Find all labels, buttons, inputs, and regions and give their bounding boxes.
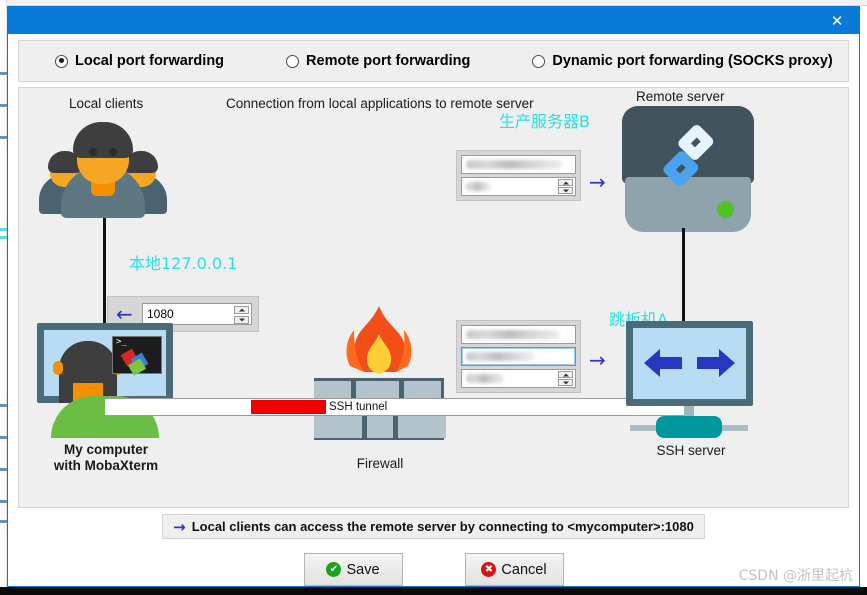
save-button-label: Save bbox=[346, 561, 380, 578]
radio-indicator-icon bbox=[532, 54, 546, 68]
dialog-buttons: ✔ Save ✖ Cancel bbox=[18, 539, 849, 586]
local-clients-label: Local clients bbox=[69, 96, 144, 111]
ssh-server-foot bbox=[656, 416, 722, 438]
annotation-production-server-b: 生产服务器B bbox=[499, 112, 590, 131]
local-clients-icon bbox=[39, 118, 169, 223]
background-left-marks bbox=[0, 0, 7, 595]
my-computer-label-line2: with MobaXterm bbox=[53, 458, 159, 473]
my-computer-label-line1: My computer bbox=[63, 442, 148, 457]
dialog-titlebar: ✕ bbox=[8, 7, 859, 34]
radio-dynamic-port-forwarding[interactable]: Dynamic port forwarding (SOCKS proxy) bbox=[532, 53, 833, 69]
firewall-label: Firewall bbox=[356, 456, 404, 471]
arrow-left-icon: ← bbox=[116, 302, 133, 326]
redacted-value bbox=[466, 182, 490, 191]
remote-server-icon bbox=[622, 106, 754, 232]
flame-icon bbox=[334, 306, 424, 384]
remote-port-input[interactable] bbox=[461, 177, 576, 196]
forwarding-diagram: Local clients Connection from local appl… bbox=[18, 87, 849, 508]
bidirectional-arrows-icon bbox=[644, 349, 735, 377]
redacted-value bbox=[466, 160, 562, 169]
radio-local-port-forwarding[interactable]: Local port forwarding bbox=[55, 53, 224, 69]
local-port-input[interactable]: 1080 bbox=[142, 303, 252, 325]
ssh-tunnel-red-segment bbox=[251, 400, 326, 414]
cancel-button-label: Cancel bbox=[501, 561, 547, 578]
arrow-right-icon: → bbox=[589, 348, 606, 372]
background-window-left-sliver bbox=[0, 0, 7, 595]
link-chain-icon bbox=[654, 119, 723, 192]
ssh-tunnel-label: SSH tunnel bbox=[329, 401, 388, 413]
screenshot-root: ✕ Local port forwarding Remote port forw… bbox=[0, 0, 867, 595]
local-port-value: 1080 bbox=[147, 307, 174, 321]
ssh-server-icon bbox=[626, 321, 753, 406]
port-forwarding-dialog: ✕ Local port forwarding Remote port forw… bbox=[7, 6, 860, 587]
radio-indicator-icon bbox=[286, 54, 300, 68]
my-computer-icon: >_ bbox=[37, 323, 173, 403]
ssh-port-stepper[interactable] bbox=[558, 371, 573, 386]
ssh-gateway-field-group bbox=[456, 320, 581, 393]
radio-label-dynamic: Dynamic port forwarding (SOCKS proxy) bbox=[552, 53, 833, 69]
ssh-user-input[interactable] bbox=[461, 347, 576, 366]
cancel-button[interactable]: ✖ Cancel bbox=[464, 553, 564, 586]
ssh-port-input[interactable] bbox=[461, 369, 576, 388]
redacted-value bbox=[466, 374, 505, 383]
status-hint-text: Local clients can access the remote serv… bbox=[191, 519, 694, 534]
check-circle-icon: ✔ bbox=[326, 562, 342, 577]
local-port-stepper[interactable] bbox=[234, 306, 249, 324]
remote-host-input[interactable] bbox=[461, 155, 576, 174]
status-hint: → Local clients can access the remote se… bbox=[162, 514, 705, 539]
annotation-local-loopback: 本地127.0.0.1 bbox=[129, 254, 238, 273]
ssh-tunnel-bar bbox=[105, 398, 691, 416]
radio-label-remote: Remote port forwarding bbox=[306, 53, 471, 69]
dialog-body: Local port forwarding Remote port forwar… bbox=[8, 34, 859, 586]
redacted-value bbox=[466, 352, 534, 361]
remote-target-field-group bbox=[456, 150, 581, 201]
save-button[interactable]: ✔ Save bbox=[303, 553, 403, 586]
csdn-watermark: CSDN @浙里起杭 bbox=[738, 568, 853, 584]
screen-bottom-strip bbox=[0, 587, 867, 595]
remote-server-label: Remote server bbox=[636, 89, 725, 104]
terminal-prompt: >_ bbox=[116, 337, 127, 347]
forwarding-mode-group: Local port forwarding Remote port forwar… bbox=[18, 40, 849, 82]
arrow-right-icon: → bbox=[589, 170, 606, 194]
close-icon[interactable]: ✕ bbox=[815, 7, 859, 34]
arrow-right-icon: → bbox=[173, 517, 186, 536]
radio-indicator-icon bbox=[55, 54, 68, 68]
radio-remote-port-forwarding[interactable]: Remote port forwarding bbox=[286, 53, 470, 69]
cross-circle-icon: ✖ bbox=[481, 562, 497, 577]
ssh-server-label: SSH server bbox=[656, 443, 726, 458]
connection-caption: Connection from local applications to re… bbox=[226, 96, 534, 111]
remote-port-stepper[interactable] bbox=[558, 179, 573, 194]
server-to-gateway-line bbox=[682, 228, 685, 321]
ssh-host-input[interactable] bbox=[461, 325, 576, 344]
redacted-value bbox=[466, 330, 560, 339]
radio-label-local: Local port forwarding bbox=[75, 53, 225, 69]
